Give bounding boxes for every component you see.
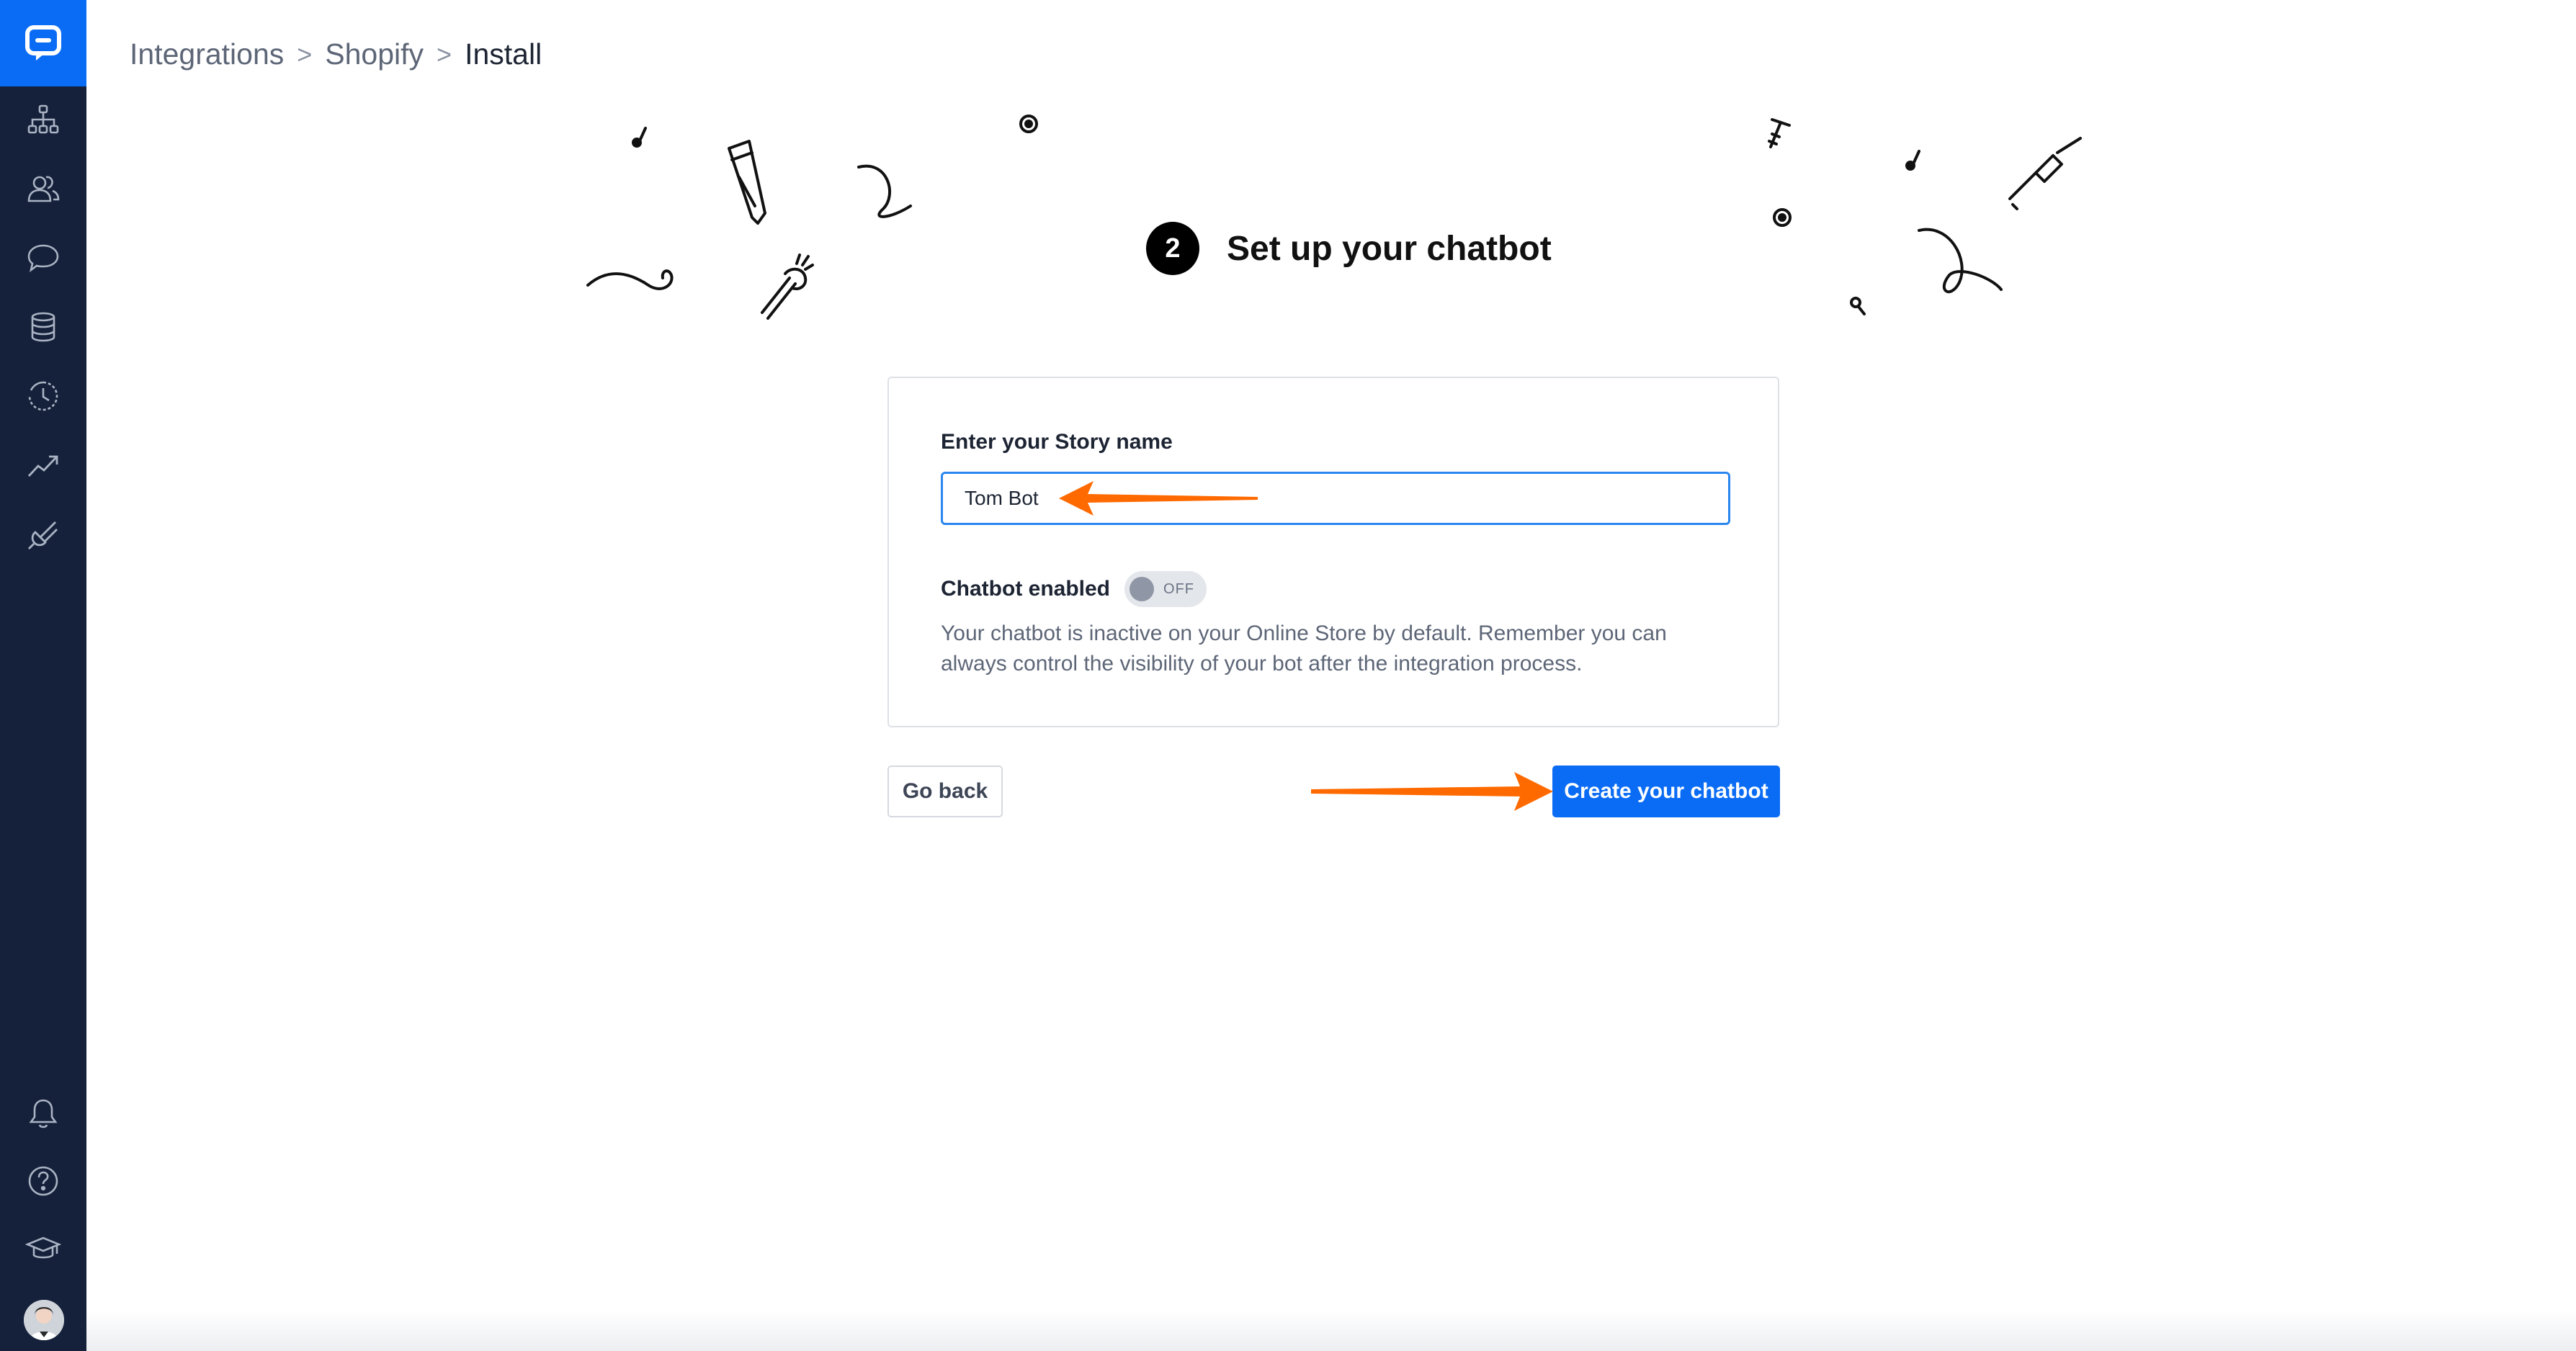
page-title: Set up your chatbot <box>1227 229 1552 268</box>
screw-icon <box>1768 118 1791 148</box>
wrench-icon <box>761 253 814 320</box>
academy-icon[interactable] <box>0 1223 86 1275</box>
step-number-badge: 2 <box>1146 222 1199 275</box>
chatbot-enabled-row: Chatbot enabled OFF <box>941 571 1207 607</box>
chatbot-enabled-label: Chatbot enabled <box>941 577 1111 601</box>
pin-icon <box>1905 150 1920 171</box>
chat-bubble-logo-icon[interactable] <box>0 0 86 86</box>
plug-icon[interactable] <box>0 508 86 560</box>
nut-icon <box>1019 115 1038 133</box>
squiggle-icon <box>857 164 912 218</box>
pencil-icon <box>728 140 766 225</box>
breadcrumb-current: Install <box>465 37 542 71</box>
toggle-state-text: OFF <box>1163 581 1195 597</box>
analytics-icon[interactable] <box>0 439 86 491</box>
users-icon[interactable] <box>0 163 86 215</box>
story-name-input[interactable] <box>941 472 1730 525</box>
chatbot-help-text: Your chatbot is inactive on your Online … <box>941 621 1667 676</box>
help-icon[interactable] <box>0 1155 86 1207</box>
breadcrumb-separator: > <box>437 39 452 69</box>
step-heading: 2 Set up your chatbot <box>1146 222 1552 275</box>
avatar[interactable] <box>24 1300 64 1340</box>
chat-icon[interactable] <box>0 232 86 284</box>
setup-card: Enter your Story name Chatbot enabled OF… <box>887 377 1779 727</box>
squiggle-icon <box>1918 228 2003 293</box>
breadcrumb-item-shopify[interactable]: Shopify <box>325 37 424 71</box>
history-icon[interactable] <box>0 370 86 422</box>
chatbot-enabled-toggle[interactable]: OFF <box>1124 571 1207 607</box>
breadcrumb-separator: > <box>297 39 313 69</box>
wave-icon <box>586 269 674 290</box>
pin-icon <box>632 127 647 148</box>
toggle-knob <box>1130 577 1155 601</box>
bottom-fade <box>86 1311 2576 1351</box>
bell-icon[interactable] <box>0 1087 86 1139</box>
sidebar <box>0 0 86 1351</box>
breadcrumb-item-integrations[interactable]: Integrations <box>130 37 284 71</box>
app-window: Integrations > Shopify > Install 2 Set u… <box>0 0 2576 1351</box>
story-name-label: Enter your Story name <box>941 430 1173 454</box>
go-back-button[interactable]: Go back <box>887 766 1003 817</box>
sitemap-icon[interactable] <box>0 94 86 145</box>
breadcrumb: Integrations > Shopify > Install <box>130 37 542 71</box>
nut-icon <box>1773 208 1792 227</box>
pushpin-icon <box>1850 297 1866 315</box>
create-chatbot-button[interactable]: Create your chatbot <box>1552 766 1780 817</box>
screwdriver-icon <box>2008 137 2082 210</box>
database-icon[interactable] <box>0 301 86 353</box>
annotation-arrow-right-icon <box>1311 772 1553 811</box>
